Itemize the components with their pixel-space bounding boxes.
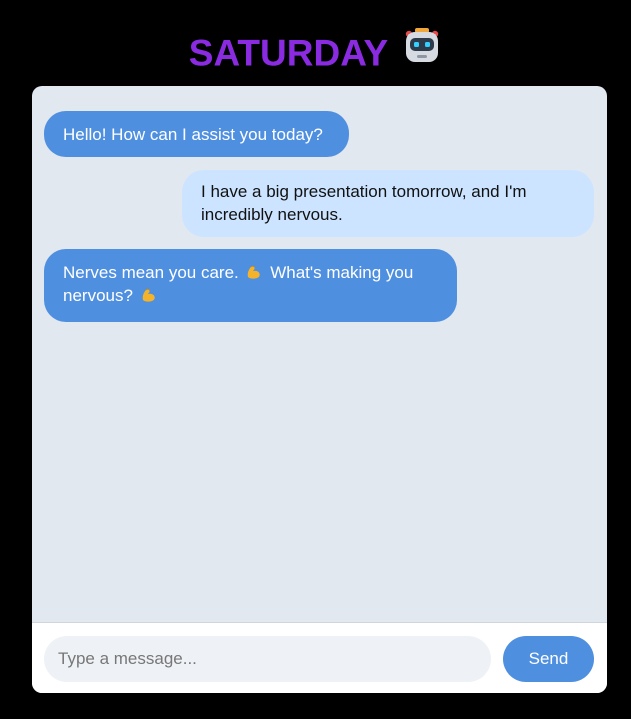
send-button[interactable]: Send bbox=[503, 636, 594, 682]
message-text: Hello! How can I assist you today? bbox=[63, 125, 323, 144]
bot-message: Nerves mean you care. What's making you … bbox=[44, 249, 457, 322]
bot-message: Hello! How can I assist you today? bbox=[44, 111, 349, 157]
flexed-biceps-icon bbox=[245, 263, 263, 281]
chat-window: Hello! How can I assist you today? I hav… bbox=[32, 86, 607, 693]
composer-bar: Send bbox=[32, 622, 607, 693]
app-title-text: SATURDAY bbox=[188, 32, 389, 74]
user-message: I have a big presentation tomorrow, and … bbox=[182, 170, 594, 237]
message-input[interactable] bbox=[44, 636, 491, 682]
message-text: I have a big presentation tomorrow, and … bbox=[201, 182, 527, 224]
flexed-biceps-icon bbox=[140, 286, 158, 304]
message-text: Nerves mean you care. bbox=[63, 263, 239, 282]
app-title: SATURDAY bbox=[0, 28, 631, 79]
robot-icon bbox=[402, 26, 442, 77]
message-list: Hello! How can I assist you today? I hav… bbox=[32, 86, 607, 622]
